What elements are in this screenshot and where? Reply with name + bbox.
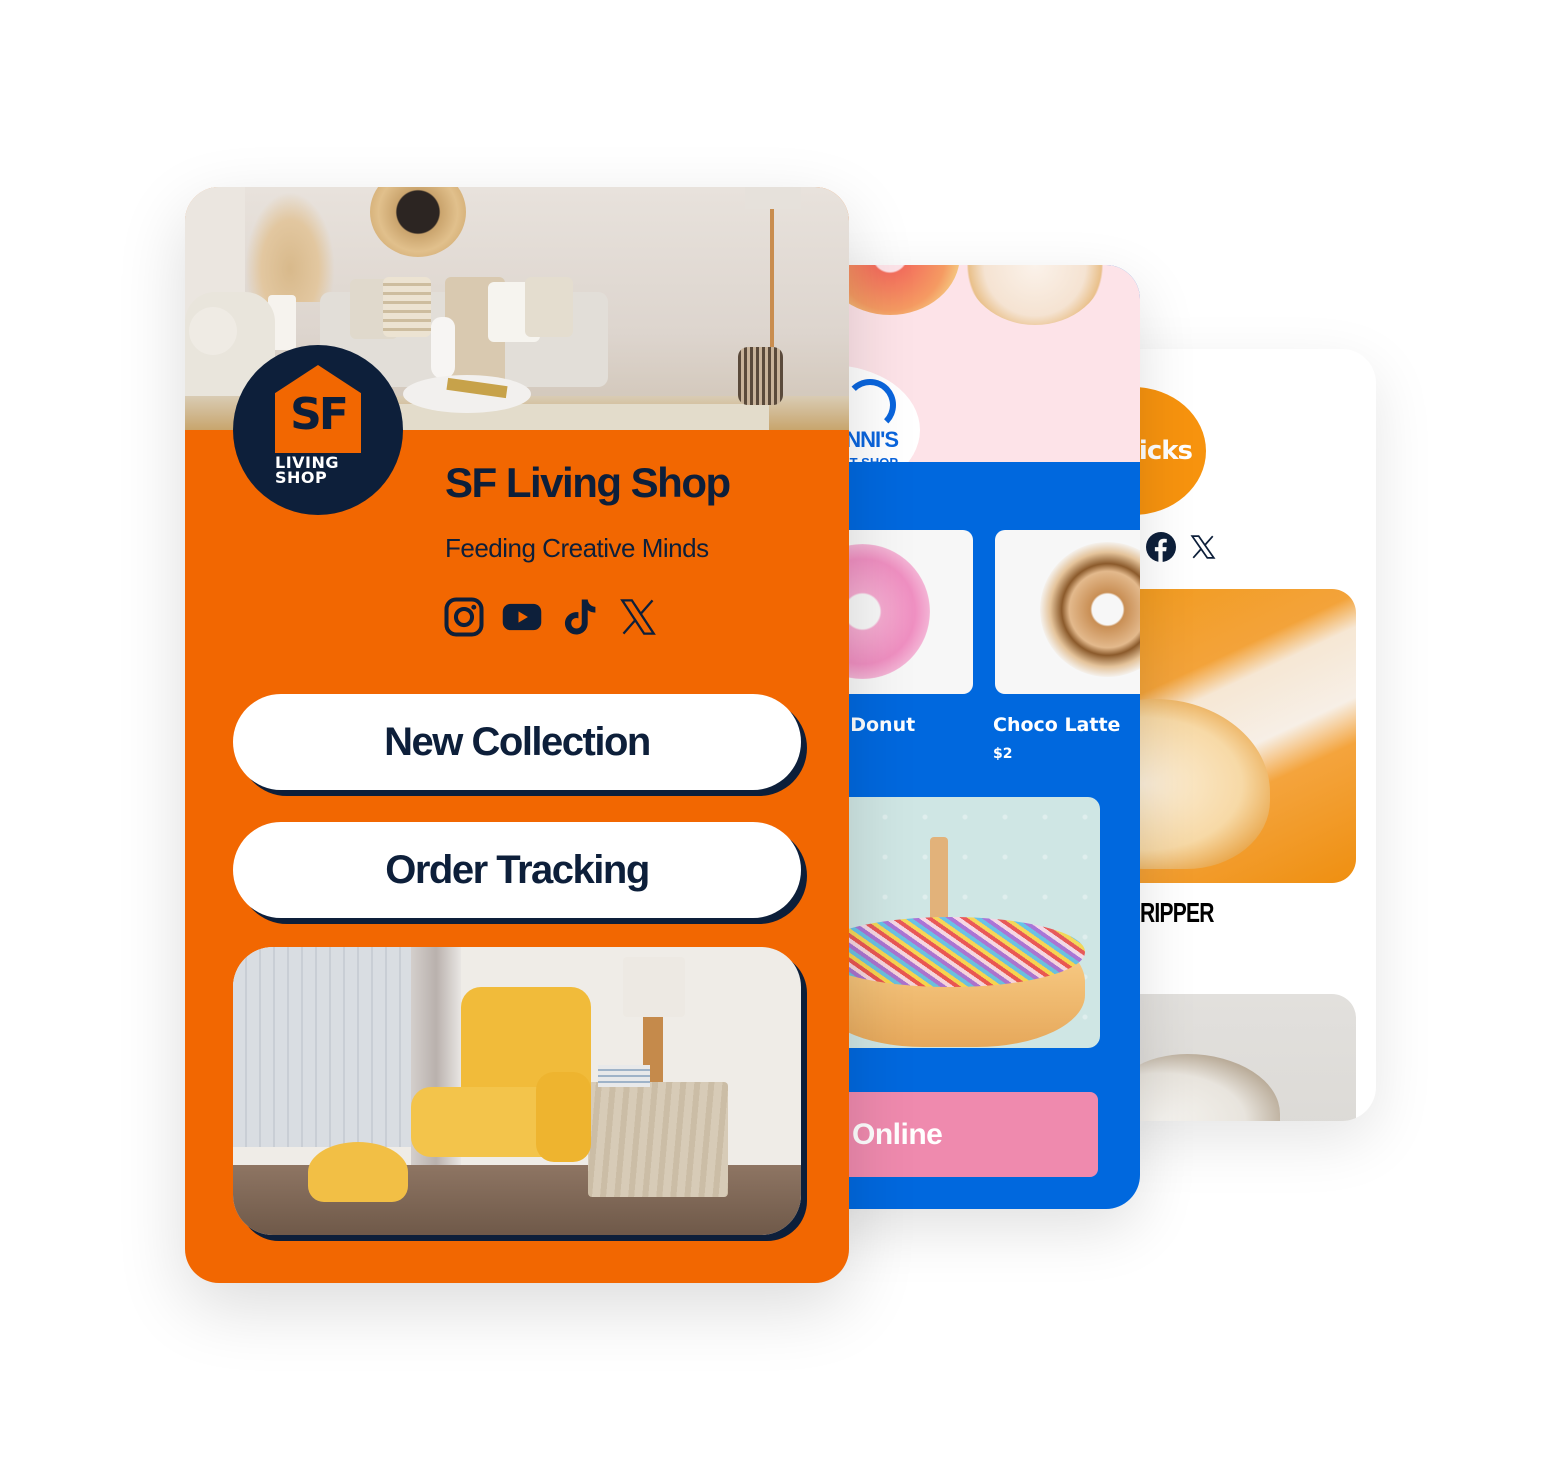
donut-logo-name: NNI'S bbox=[845, 427, 899, 452]
product-name[interactable]: Choco Latte bbox=[993, 714, 1120, 736]
new-collection-button[interactable]: New Collection bbox=[233, 694, 801, 790]
birthday-donut-image[interactable] bbox=[825, 797, 1100, 1048]
donut-logo-icon bbox=[844, 379, 896, 431]
product-price: $2 bbox=[993, 746, 1013, 762]
product-name[interactable]: RIPPER bbox=[1140, 897, 1214, 929]
logo-mark: SF bbox=[290, 389, 349, 440]
facebook-icon[interactable] bbox=[1146, 532, 1176, 562]
youtube-icon[interactable] bbox=[501, 596, 543, 638]
order-tracking-button[interactable]: Order Tracking bbox=[233, 822, 801, 918]
instagram-icon[interactable] bbox=[443, 596, 485, 638]
donut-shop-profile-card: NNI'S T SHOP d Donut Choco Latte $2 Onli… bbox=[800, 265, 1140, 1209]
x-icon[interactable] bbox=[617, 596, 659, 638]
profile-tagline: Feeding Creative Minds bbox=[445, 533, 709, 563]
featured-armchair-image[interactable] bbox=[233, 947, 801, 1235]
sf-living-profile-card: SF LIVING SHOP SF Living Shop Feeding Cr… bbox=[185, 187, 849, 1283]
x-icon[interactable] bbox=[1190, 534, 1216, 560]
kicks-social-links bbox=[1146, 532, 1216, 562]
tiktok-icon[interactable] bbox=[559, 596, 601, 638]
profile-name: SF Living Shop bbox=[445, 459, 731, 506]
product-tile-image[interactable] bbox=[995, 530, 1140, 694]
order-online-button[interactable]: Online bbox=[825, 1092, 1098, 1177]
social-links bbox=[443, 596, 659, 638]
donut-hero-image: NNI'S T SHOP bbox=[800, 265, 1140, 462]
sf-living-logo[interactable]: SF LIVING SHOP bbox=[233, 345, 403, 515]
logo-text-line2: SHOP bbox=[275, 468, 328, 487]
donut-logo-subtitle: T SHOP bbox=[850, 455, 898, 462]
